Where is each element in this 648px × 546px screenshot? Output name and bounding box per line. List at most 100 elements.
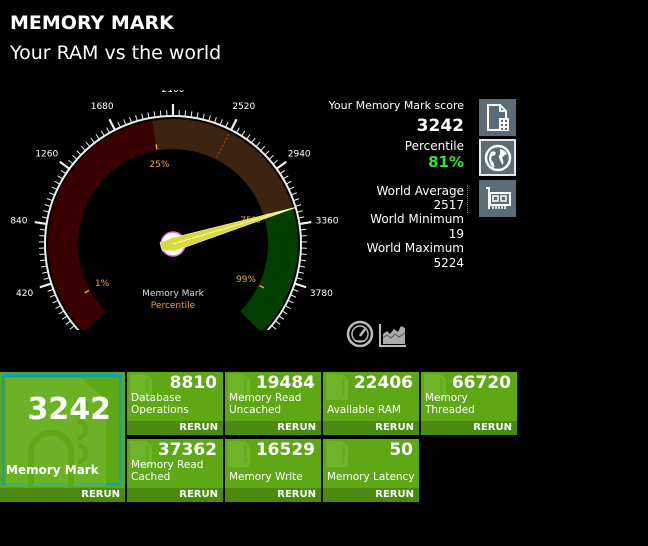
percentile-label: 1% bbox=[95, 279, 110, 289]
tick-label: 2100 bbox=[162, 90, 185, 95]
major-tick bbox=[34, 221, 47, 226]
score-label: Your Memory Mark score bbox=[328, 99, 464, 112]
main-tile-label: Memory Mark bbox=[6, 463, 99, 477]
rerun-button[interactable]: RERUN bbox=[127, 488, 223, 502]
percentile-value: 81% bbox=[428, 153, 464, 171]
tick-label: 2940 bbox=[288, 149, 311, 159]
minor-tick bbox=[196, 112, 199, 119]
tile-label: Memory Write bbox=[229, 471, 303, 483]
benchmark-tile[interactable]: 50 Memory Latency RERUN bbox=[323, 439, 419, 502]
hardware-info-button[interactable] bbox=[479, 180, 516, 217]
percentile-label: Percentile bbox=[404, 139, 464, 153]
minor-tick bbox=[60, 170, 67, 175]
world-average-marker bbox=[467, 185, 468, 213]
minor-tick bbox=[100, 130, 105, 137]
tile-value: 50 bbox=[389, 440, 413, 460]
minor-tick bbox=[47, 288, 54, 292]
major-tick bbox=[59, 160, 71, 170]
world-minimum-value: 19 bbox=[448, 227, 464, 241]
minor-tick bbox=[282, 175, 289, 180]
minor-tick bbox=[300, 228, 307, 231]
benchmark-tile[interactable]: 66720 Memory Threaded RERUN bbox=[421, 372, 517, 435]
tile-value: 16529 bbox=[255, 440, 315, 460]
minor-tick bbox=[68, 159, 74, 165]
major-tick bbox=[230, 118, 238, 131]
ram-chip-watermark-icon bbox=[326, 441, 348, 467]
minor-tick bbox=[44, 204, 51, 207]
chart-view-button[interactable] bbox=[377, 320, 407, 352]
benchmark-tile[interactable]: 22406 Available RAM RERUN bbox=[323, 372, 419, 435]
minor-tick bbox=[184, 110, 187, 117]
minor-tick bbox=[268, 155, 274, 160]
minor-tick bbox=[296, 210, 303, 213]
gauge-view-button[interactable] bbox=[346, 320, 374, 352]
minor-tick bbox=[255, 141, 261, 147]
minor-tick bbox=[123, 119, 127, 126]
major-tick bbox=[108, 118, 116, 131]
memory-mark-tile[interactable]: 3242 Memory Mark RERUN bbox=[0, 372, 125, 502]
minor-tick bbox=[69, 325, 75, 330]
minor-tick bbox=[90, 137, 95, 144]
main-rerun-button[interactable]: RERUN bbox=[0, 488, 125, 502]
rerun-button[interactable]: RERUN bbox=[225, 421, 321, 435]
world-average-label: World Average bbox=[376, 184, 464, 198]
tick-label: 1680 bbox=[91, 102, 114, 112]
minor-tick bbox=[65, 320, 71, 325]
minor-tick bbox=[117, 121, 121, 128]
gauge-center-label: Memory Mark bbox=[142, 289, 204, 299]
minor-tick bbox=[46, 198, 53, 202]
tick-label: 420 bbox=[16, 289, 33, 299]
globe-icon bbox=[484, 144, 511, 171]
minor-tick bbox=[159, 110, 162, 117]
minor-tick bbox=[106, 127, 111, 134]
score-value: 3242 bbox=[416, 116, 464, 136]
report-button[interactable] bbox=[479, 99, 516, 136]
minor-tick bbox=[129, 117, 133, 124]
minor-tick bbox=[290, 294, 297, 298]
minor-tick bbox=[42, 271, 49, 274]
minor-tick bbox=[235, 127, 240, 134]
minor-tick bbox=[285, 180, 292, 185]
minor-tick bbox=[284, 305, 291, 309]
minor-tick bbox=[271, 325, 277, 330]
minor-tick bbox=[293, 198, 300, 202]
minor-tick bbox=[264, 150, 270, 156]
tick-label: 840 bbox=[10, 217, 27, 227]
tile-value: 66720 bbox=[451, 373, 511, 393]
benchmark-tile[interactable]: 37362 Memory Read Cached RERUN bbox=[127, 439, 223, 502]
minor-tick bbox=[291, 192, 297, 196]
minor-tick bbox=[281, 310, 288, 315]
minor-tick bbox=[275, 320, 281, 325]
tick-label: 3360 bbox=[316, 217, 339, 227]
rerun-button[interactable]: RERUN bbox=[225, 488, 321, 502]
rerun-button[interactable]: RERUN bbox=[323, 488, 419, 502]
benchmark-tile[interactable]: 16529 Memory Write RERUN bbox=[225, 439, 321, 502]
minor-tick bbox=[225, 121, 229, 128]
minor-tick bbox=[43, 277, 50, 280]
minor-tick bbox=[213, 117, 217, 124]
world-compare-button[interactable] bbox=[479, 139, 516, 176]
minor-tick bbox=[278, 315, 285, 320]
minor-tick bbox=[72, 155, 78, 160]
minor-tick bbox=[52, 299, 59, 304]
rerun-button[interactable]: RERUN bbox=[127, 421, 223, 435]
minor-tick bbox=[95, 134, 100, 140]
minor-tick bbox=[260, 145, 266, 152]
tile-label: Available RAM bbox=[327, 404, 401, 416]
percentile-label: 25% bbox=[149, 160, 169, 170]
report-icon bbox=[486, 103, 509, 131]
gauge-band bbox=[152, 119, 293, 216]
page-subtitle: Your RAM vs the world bbox=[10, 42, 222, 64]
minor-tick bbox=[54, 180, 61, 185]
minor-tick bbox=[39, 228, 46, 231]
minor-tick bbox=[141, 113, 144, 120]
minor-tick bbox=[76, 150, 82, 156]
chart-view-icon bbox=[379, 324, 406, 347]
rerun-button[interactable]: RERUN bbox=[421, 421, 517, 435]
tick-label: 2520 bbox=[232, 102, 255, 112]
benchmark-tile[interactable]: 8810 Database Operations RERUN bbox=[127, 372, 223, 435]
minor-tick bbox=[43, 210, 50, 213]
rerun-button[interactable]: RERUN bbox=[323, 421, 419, 435]
benchmark-tile[interactable]: 19484 Memory Read Uncached RERUN bbox=[225, 372, 321, 435]
ram-card-icon bbox=[485, 186, 511, 209]
